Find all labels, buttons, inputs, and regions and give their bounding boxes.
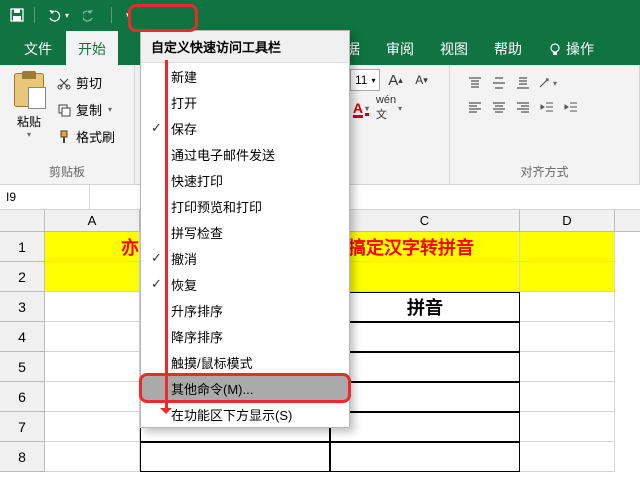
cell[interactable]	[520, 262, 615, 292]
menu-title: 自定义快速访问工具栏	[141, 31, 349, 63]
menu-item[interactable]: 撤消	[141, 245, 349, 271]
menu-item[interactable]: 触摸/鼠标模式	[141, 349, 349, 375]
row-header[interactable]: 7	[0, 412, 45, 442]
customize-qat-dropdown[interactable]: ▾	[118, 8, 139, 23]
cell[interactable]	[520, 232, 615, 262]
align-center-icon[interactable]	[488, 97, 510, 117]
cell[interactable]	[45, 412, 140, 442]
tab-file[interactable]: 文件	[12, 31, 64, 65]
orientation-icon[interactable]	[536, 73, 558, 93]
decrease-indent-icon[interactable]	[536, 97, 558, 117]
qat-customize-menu: 自定义快速访问工具栏 新建打开保存通过电子邮件发送快速打印打印预览和打印拼写检查…	[140, 30, 350, 428]
cell[interactable]	[330, 322, 520, 352]
row-header[interactable]: 3	[0, 292, 45, 322]
cell[interactable]	[45, 292, 140, 322]
cell[interactable]	[45, 262, 140, 292]
tab-home[interactable]: 开始	[66, 31, 118, 65]
cell[interactable]	[330, 412, 520, 442]
scissors-icon	[56, 75, 72, 91]
align-right-icon[interactable]	[512, 97, 534, 117]
cell[interactable]: 拼音	[330, 292, 520, 322]
align-top-icon[interactable]	[464, 73, 486, 93]
save-icon[interactable]	[6, 6, 28, 24]
row-header[interactable]: 4	[0, 322, 45, 352]
tab-view[interactable]: 视图	[428, 31, 480, 65]
alignment-group-label: 对齐方式	[458, 161, 631, 182]
cell[interactable]	[45, 322, 140, 352]
menu-item[interactable]: 新建	[141, 63, 349, 89]
font-size-select[interactable]: 11▾	[350, 69, 380, 91]
tab-review[interactable]: 审阅	[374, 31, 426, 65]
cell[interactable]	[45, 442, 140, 472]
tab-help[interactable]: 帮助	[482, 31, 534, 65]
align-bottom-icon[interactable]	[512, 73, 534, 93]
select-all-corner[interactable]	[0, 210, 45, 231]
cell[interactable]: 亦	[45, 232, 140, 262]
cell[interactable]	[45, 382, 140, 412]
row-header[interactable]: 8	[0, 442, 45, 472]
cell[interactable]	[140, 442, 330, 472]
tab-operate[interactable]: 操作	[536, 31, 606, 65]
clipboard-group-label: 剪贴板	[8, 161, 126, 182]
align-middle-icon[interactable]	[488, 73, 510, 93]
menu-item[interactable]: 拼写检查	[141, 219, 349, 245]
menu-item[interactable]: 其他命令(M)...	[141, 375, 349, 401]
phonetic-guide-button[interactable]: wén文	[378, 97, 400, 119]
cell[interactable]	[520, 322, 615, 352]
cell[interactable]: 松搞定汉字转拼音	[330, 232, 520, 262]
cell[interactable]	[520, 382, 615, 412]
cut-button[interactable]: 剪切	[54, 71, 117, 94]
copy-button[interactable]: 复制▾	[54, 98, 117, 121]
menu-item[interactable]: 快速打印	[141, 167, 349, 193]
cell[interactable]	[330, 262, 520, 292]
clipboard-icon	[12, 71, 46, 109]
cell[interactable]	[45, 352, 140, 382]
menu-item[interactable]: 打开	[141, 89, 349, 115]
increase-indent-icon[interactable]	[560, 97, 582, 117]
align-left-icon[interactable]	[464, 97, 486, 117]
undo-icon[interactable]: ▾	[41, 6, 73, 24]
cell[interactable]	[520, 412, 615, 442]
format-painter-button[interactable]: 格式刷	[54, 125, 117, 148]
row-header[interactable]: 1	[0, 232, 45, 262]
font-color-button[interactable]: A	[350, 97, 372, 119]
title-bar: ▾ ▾	[0, 0, 640, 30]
lightbulb-icon	[548, 42, 562, 56]
increase-font-icon[interactable]: A▴	[384, 69, 406, 91]
brush-icon	[56, 129, 72, 145]
cell[interactable]	[520, 292, 615, 322]
cell[interactable]	[330, 382, 520, 412]
menu-item[interactable]: 通过电子邮件发送	[141, 141, 349, 167]
name-box[interactable]: I9	[0, 185, 90, 209]
cell[interactable]	[330, 352, 520, 382]
row-header[interactable]: 2	[0, 262, 45, 292]
menu-item[interactable]: 降序排序	[141, 323, 349, 349]
row-header[interactable]: 5	[0, 352, 45, 382]
col-header[interactable]: D	[520, 210, 615, 231]
decrease-font-icon[interactable]: A▾	[410, 69, 432, 91]
menu-item[interactable]: 在功能区下方显示(S)	[141, 401, 349, 427]
menu-item[interactable]: 恢复	[141, 271, 349, 297]
menu-item[interactable]: 升序排序	[141, 297, 349, 323]
cell[interactable]	[520, 442, 615, 472]
col-header[interactable]: A	[45, 210, 140, 231]
menu-item[interactable]: 打印预览和打印	[141, 193, 349, 219]
menu-item[interactable]: 保存	[141, 115, 349, 141]
cell[interactable]	[520, 352, 615, 382]
arrow-annotation	[165, 60, 168, 410]
redo-icon[interactable]	[79, 6, 105, 24]
col-header[interactable]: C	[330, 210, 520, 231]
cell[interactable]	[330, 442, 520, 472]
copy-icon	[56, 102, 72, 118]
paste-button[interactable]: 粘贴 ▾	[8, 69, 50, 161]
row-header[interactable]: 6	[0, 382, 45, 412]
arrow-head-annotation	[160, 408, 172, 420]
